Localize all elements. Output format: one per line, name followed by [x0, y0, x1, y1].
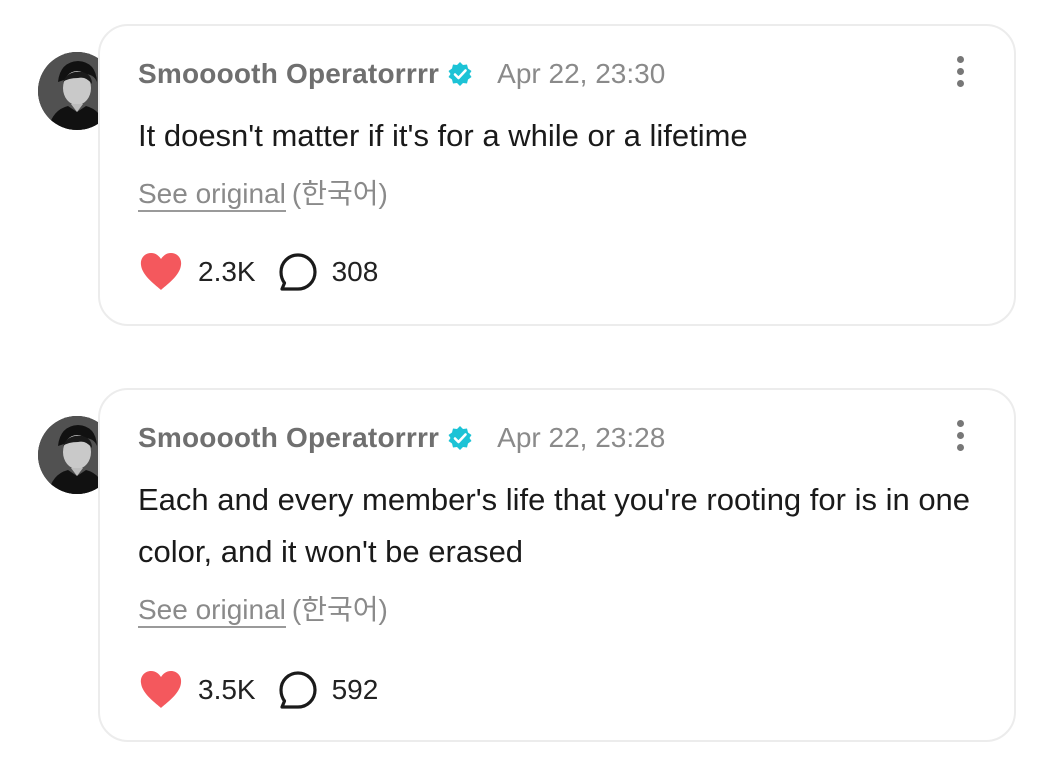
comment-button[interactable]: 592	[278, 670, 379, 710]
see-original-link[interactable]: See original	[138, 594, 286, 628]
see-original-link[interactable]: See original	[138, 178, 286, 212]
post-stats: 2.3K 308	[138, 252, 378, 292]
translation-row: See original (한국어)	[138, 588, 388, 628]
post-card[interactable]: Smooooth Operatorrrr Apr 22, 23:30 It do…	[98, 24, 1016, 326]
comment-count: 308	[331, 256, 379, 287]
like-count: 3.5K	[198, 674, 256, 705]
heart-icon	[140, 671, 182, 708]
comment-count: 592	[331, 674, 379, 705]
more-options-icon[interactable]	[954, 56, 966, 92]
original-language: (한국어)	[291, 594, 388, 625]
post-card[interactable]: Smooooth Operatorrrr Apr 22, 23:28 Each …	[98, 388, 1016, 742]
author-name[interactable]: Smooooth Operatorrrr	[138, 58, 439, 90]
post-header: Smooooth Operatorrrr Apr 22, 23:30	[138, 54, 665, 94]
like-count: 2.3K	[198, 256, 256, 287]
post-feed: Smooooth Operatorrrr Apr 22, 23:30 It do…	[0, 0, 1059, 764]
author-name[interactable]: Smooooth Operatorrrr	[138, 422, 439, 454]
speech-bubble-icon	[279, 253, 317, 291]
post-timestamp: Apr 22, 23:28	[497, 422, 666, 453]
verified-badge-icon	[448, 426, 472, 450]
original-language: (한국어)	[291, 178, 388, 209]
post-header: Smooooth Operatorrrr Apr 22, 23:28	[138, 418, 665, 458]
more-options-icon[interactable]	[954, 420, 966, 456]
speech-bubble-icon	[279, 671, 317, 709]
post-timestamp: Apr 22, 23:30	[497, 58, 666, 89]
like-button[interactable]: 3.5K	[138, 670, 256, 710]
verified-badge-icon	[448, 62, 472, 86]
post-stats: 3.5K 592	[138, 670, 378, 710]
post-text: It doesn't matter if it's for a while or…	[138, 118, 748, 153]
comment-button[interactable]: 308	[278, 252, 379, 292]
translation-row: See original (한국어)	[138, 172, 388, 212]
heart-icon	[140, 253, 182, 290]
post-text: Each and every member's life that you're…	[138, 482, 971, 569]
like-button[interactable]: 2.3K	[138, 252, 256, 292]
